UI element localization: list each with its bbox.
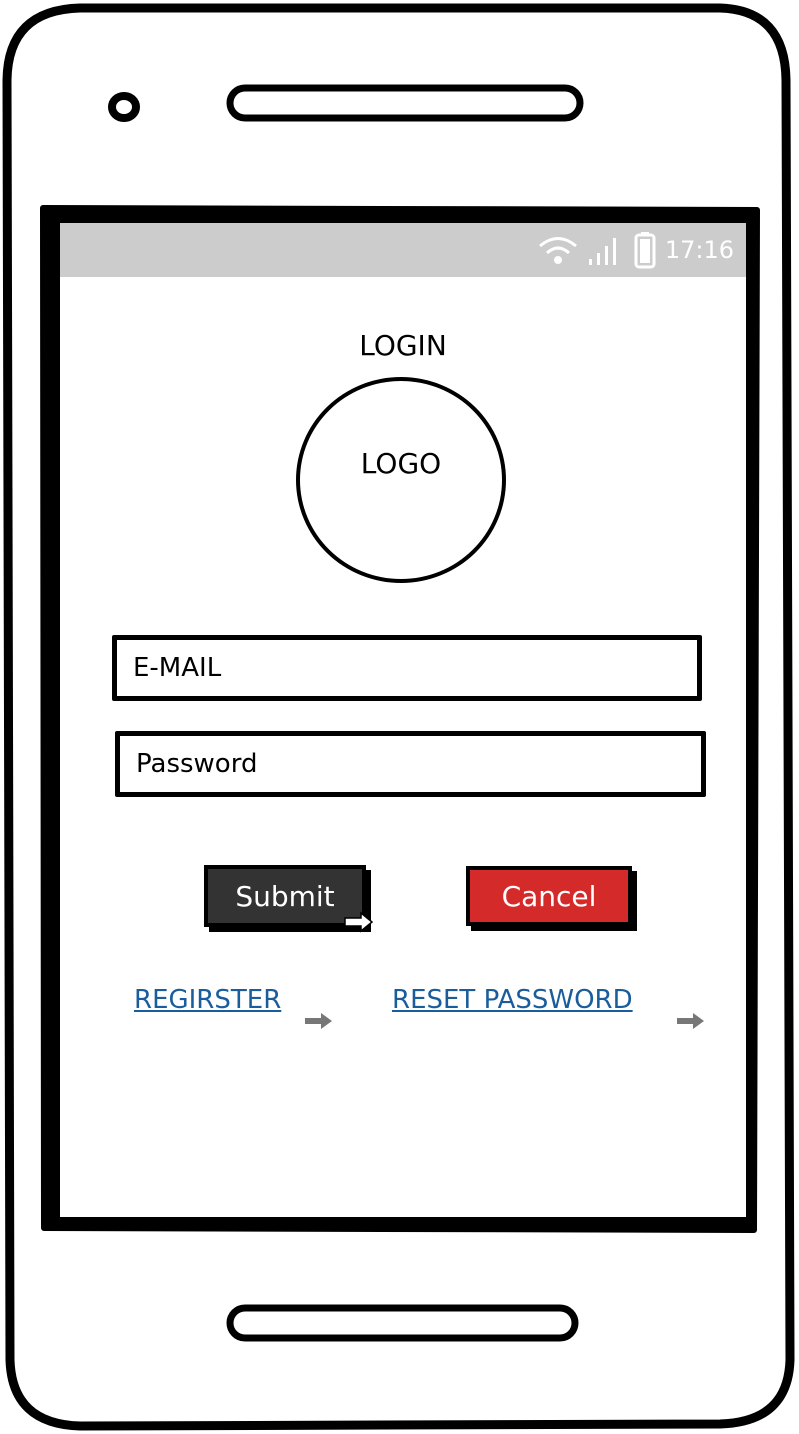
reset-password-link[interactable]: RESET PASSWORD: [392, 985, 633, 1015]
email-field[interactable]: [117, 640, 697, 696]
register-link[interactable]: REGIRSTER: [134, 985, 281, 1015]
submit-button[interactable]: Submit: [204, 865, 366, 927]
logo-label: LOGO: [360, 447, 442, 480]
register-arrow-icon: [305, 1013, 332, 1029]
logo-placeholder: LOGO: [296, 377, 506, 583]
wifi-icon: [538, 237, 577, 264]
status-time: 17:16: [664, 236, 734, 264]
reset-arrow-icon: [677, 1013, 704, 1029]
phone-screen: 17:16 LOGIN LOGO Submit Cancel REGIRSTER…: [60, 223, 746, 1217]
submit-button-label: Submit: [235, 879, 335, 913]
submit-link-arrow-icon: [344, 911, 374, 933]
battery-icon: [634, 232, 656, 269]
cancel-button-label: Cancel: [501, 879, 597, 913]
email-field-container: [112, 635, 702, 701]
phone-mockup: 17:16 LOGIN LOGO Submit Cancel REGIRSTER…: [0, 0, 799, 1434]
password-field-container: [115, 731, 706, 797]
cancel-button[interactable]: Cancel: [466, 866, 632, 926]
page-title: LOGIN: [359, 329, 447, 362]
status-bar: 17:16: [60, 223, 746, 277]
status-icons: 17:16: [537, 231, 734, 269]
password-field[interactable]: [120, 736, 701, 792]
signal-icon: [588, 238, 616, 265]
